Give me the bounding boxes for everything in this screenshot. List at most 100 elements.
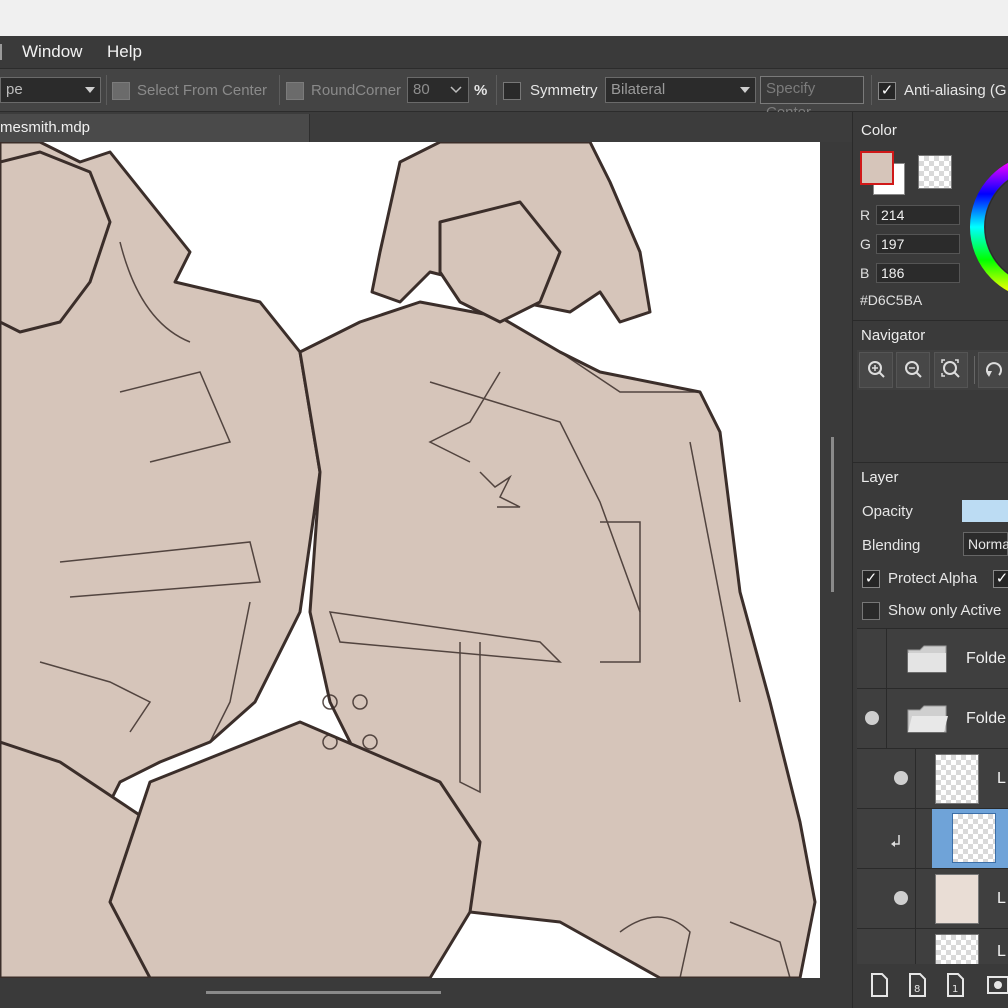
menu-edge-separator — [0, 44, 2, 60]
chevron-down-icon — [740, 87, 750, 93]
svg-text:1: 1 — [952, 984, 958, 995]
check-icon: ✓ — [995, 570, 1008, 587]
svg-text:8: 8 — [914, 984, 920, 995]
toolbar-separator — [106, 75, 107, 105]
folder-open-icon — [907, 705, 948, 733]
navigator-panel-header: Navigator — [853, 320, 1008, 350]
zoom-out-icon — [905, 361, 922, 378]
new-8bit-layer-button[interactable]: 8 — [900, 968, 934, 1002]
round-corner-label: RoundCorner — [311, 82, 402, 99]
color-panel-title: Color — [861, 122, 897, 139]
horizontal-scrollbar[interactable] — [206, 991, 441, 994]
visibility-dot-icon[interactable] — [865, 711, 879, 725]
protect-alpha-checkbox[interactable]: ✓ — [862, 570, 880, 588]
menu-window[interactable]: Window — [22, 42, 82, 62]
menu-bar: Window Help — [0, 36, 1008, 68]
clipping-checkbox[interactable]: ✓ — [993, 570, 1008, 588]
layer-row[interactable]: L — [857, 868, 1008, 929]
zoom-out-button[interactable] — [896, 352, 930, 388]
layer-thumbnail — [952, 813, 996, 863]
blending-label: Blending — [862, 537, 921, 554]
layer-folder-row[interactable]: Folde — [857, 628, 1008, 689]
round-corner-value-combo[interactable]: 80 — [407, 77, 469, 103]
anti-aliasing-checkbox[interactable]: ✓ — [878, 82, 896, 100]
visibility-dot-icon[interactable] — [894, 771, 908, 785]
vertical-scrollbar[interactable] — [831, 437, 834, 592]
tool-options-bar: pe Select From Center RoundCorner 80 % S… — [0, 68, 1008, 121]
layer-panel-header: Layer — [853, 462, 1008, 492]
layer-name: L — [997, 890, 1006, 907]
symmetry-combo[interactable]: Bilateral — [605, 77, 756, 103]
blending-mode-select[interactable]: Norma — [963, 532, 1008, 556]
toolbar-separator — [279, 75, 280, 105]
visibility-dot-icon[interactable] — [894, 891, 908, 905]
visibility-column-divider — [915, 869, 916, 929]
green-label: G — [860, 236, 871, 252]
percent-label: % — [474, 82, 488, 99]
visibility-column-divider — [915, 929, 916, 964]
layer-thumbnail — [935, 874, 979, 924]
shape-combo-value: pe — [6, 81, 23, 98]
layer-name: L — [997, 943, 1006, 960]
visibility-column-divider — [915, 749, 916, 809]
round-corner-checkbox[interactable] — [286, 82, 304, 100]
green-value-field[interactable]: 197 — [876, 234, 960, 254]
visibility-column-divider — [886, 689, 887, 749]
symmetry-checkbox[interactable] — [503, 82, 521, 100]
top-blank-strip — [0, 0, 1008, 36]
new-1bit-layer-button[interactable]: 1 — [938, 968, 972, 1002]
rotate-button[interactable] — [978, 352, 1008, 388]
red-label: R — [860, 207, 871, 223]
transparent-color-swatch[interactable] — [918, 155, 952, 189]
select-from-center-label: Select From Center — [137, 82, 268, 99]
folder-icon — [907, 645, 947, 673]
layer-row[interactable]: L — [857, 748, 1008, 809]
blending-mode-value: Norma — [968, 536, 1008, 552]
navigator-panel-title: Navigator — [861, 327, 926, 344]
zoom-fit-button[interactable] — [934, 352, 968, 388]
show-only-active-label: Show only Active — [888, 602, 1002, 619]
hex-color-value: #D6C5BA — [860, 292, 923, 308]
document-tab[interactable]: mesmith.mdp — [0, 114, 310, 143]
layer-thumbnail — [935, 934, 979, 964]
opacity-slider[interactable] — [962, 500, 1008, 522]
shape-combo[interactable]: pe — [0, 77, 101, 103]
blue-label: B — [860, 265, 870, 281]
toolbar-separator — [496, 75, 497, 105]
visibility-column-divider — [915, 809, 916, 869]
specify-center-button[interactable]: Specify Center — [760, 76, 864, 121]
layer-thumbnail — [935, 754, 979, 804]
show-only-active-checkbox[interactable] — [862, 602, 880, 620]
folder-name: Folde — [966, 710, 1007, 727]
new-8bit-layer-icon: 8 — [909, 973, 926, 997]
layer-row-selected[interactable] — [857, 808, 1008, 869]
color-wheel[interactable] — [968, 152, 1008, 302]
chevron-down-icon — [450, 86, 462, 94]
zoom-fit-icon — [941, 359, 960, 378]
check-icon: ✓ — [880, 82, 894, 99]
navigator-separator — [974, 356, 975, 384]
color-panel-header: Color — [853, 116, 1008, 146]
round-corner-value: 80 — [413, 81, 430, 98]
drawing-canvas[interactable] — [0, 142, 820, 978]
new-layer-button[interactable] — [862, 968, 896, 1002]
toolbar-separator — [871, 75, 872, 105]
foreground-color-swatch[interactable] — [860, 151, 894, 185]
blue-value-field[interactable]: 186 — [876, 263, 960, 283]
layer-row[interactable]: L — [857, 928, 1008, 964]
symmetry-value: Bilateral — [611, 81, 666, 98]
menu-help[interactable]: Help — [107, 42, 142, 62]
opacity-label: Opacity — [862, 503, 913, 520]
layer-panel-title: Layer — [861, 469, 899, 486]
layer-folder-row[interactable]: Folde — [857, 688, 1008, 749]
select-from-center-checkbox[interactable] — [112, 82, 130, 100]
zoom-in-button[interactable] — [859, 352, 893, 388]
new-layer-icon — [871, 973, 888, 997]
red-value-field[interactable]: 214 — [876, 205, 960, 225]
check-icon: ✓ — [864, 570, 878, 587]
layer-mask-button[interactable] — [980, 968, 1008, 1002]
clipping-arrow-icon — [891, 835, 900, 847]
document-tab-title: mesmith.mdp — [0, 119, 91, 136]
anti-aliasing-label: Anti-aliasing (G — [904, 82, 1007, 99]
layer-mask-icon — [987, 976, 1008, 994]
